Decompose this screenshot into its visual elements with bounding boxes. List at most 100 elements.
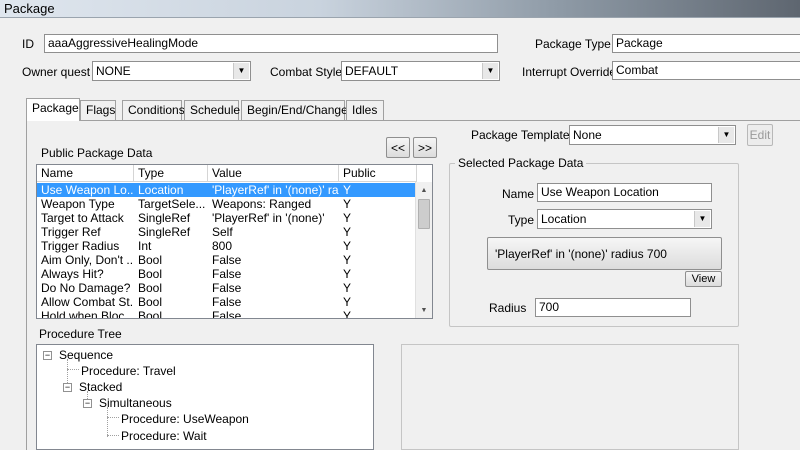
location-button[interactable]: 'PlayerRef' in '(none)' radius 700: [487, 237, 722, 270]
radius-field[interactable]: 700: [535, 298, 691, 317]
cell-type: TargetSele...: [138, 197, 206, 211]
scroll-up-icon[interactable]: ▲: [416, 182, 432, 198]
vertical-scrollbar[interactable]: ▲ ▼: [415, 182, 432, 318]
cell-value: 'PlayerRef' in '(none)' ra...: [212, 183, 339, 197]
title-bar[interactable]: Package: [0, 0, 800, 18]
cell-name: Aim Only, Don't ...: [41, 253, 134, 267]
cell-name: Target to Attack: [41, 211, 124, 225]
chevron-down-icon[interactable]: ▼: [482, 63, 498, 79]
cell-name: Trigger Ref: [41, 225, 101, 239]
cell-public: Y: [343, 239, 352, 253]
tree-node-label: Procedure: Travel: [81, 364, 176, 378]
owner-quest-value: NONE: [96, 64, 131, 78]
package-type-field[interactable]: Package: [612, 34, 800, 53]
column-header-name[interactable]: Name: [37, 165, 134, 182]
column-header-public[interactable]: Public: [339, 165, 417, 182]
table-row[interactable]: Trigger Radius Int 800 Y: [37, 239, 415, 253]
tree-node-useweapon[interactable]: Procedure: UseWeapon: [121, 412, 249, 426]
interrupt-override-label: Interrupt Override: [522, 65, 617, 79]
type-dropdown[interactable]: Location ▼: [537, 209, 712, 229]
package-template-value: None: [573, 128, 602, 142]
owner-quest-dropdown[interactable]: NONE ▼: [92, 61, 251, 81]
cell-type: Bool: [138, 295, 163, 309]
interrupt-override-field[interactable]: Combat: [612, 61, 800, 80]
cell-public: Y: [343, 309, 352, 319]
collapse-icon[interactable]: −: [63, 383, 72, 392]
table-row[interactable]: Allow Combat St... Bool False Y: [37, 295, 415, 309]
table-row[interactable]: Hold when Bloc... Bool False Y: [37, 309, 415, 319]
tree-node-label: Procedure: Wait: [121, 429, 207, 443]
tab-package[interactable]: Package: [26, 98, 80, 121]
combat-style-dropdown[interactable]: DEFAULT ▼: [341, 61, 500, 81]
table-row[interactable]: Use Weapon Lo... Location 'PlayerRef' in…: [37, 183, 415, 197]
cell-type: Bool: [138, 309, 163, 319]
public-package-data-label: Public Package Data: [41, 146, 153, 160]
cell-public: Y: [343, 267, 352, 281]
column-header-type[interactable]: Type: [134, 165, 208, 182]
cell-value: False: [212, 309, 242, 319]
next-button[interactable]: >>: [413, 137, 437, 158]
cell-type: SingleRef: [138, 225, 191, 239]
owner-quest-label: Owner quest: [22, 65, 91, 79]
package-type-label: Package Type: [535, 37, 611, 51]
window-title: Package: [4, 1, 55, 16]
tab-begin-end-change[interactable]: Begin/End/Change: [241, 100, 348, 120]
cell-public: Y: [343, 253, 352, 267]
cell-public: Y: [343, 281, 352, 295]
chevron-down-icon[interactable]: ▼: [718, 127, 734, 143]
cell-public: Y: [343, 211, 352, 225]
public-package-data-list[interactable]: Name Type Value Public Use Weapon Lo... …: [36, 164, 433, 319]
chevron-down-icon[interactable]: ▼: [694, 211, 710, 227]
cell-value: False: [212, 281, 242, 295]
tab-flags[interactable]: Flags: [80, 100, 116, 120]
collapse-icon[interactable]: −: [83, 399, 92, 408]
tree-node-travel[interactable]: Procedure: Travel: [81, 364, 176, 378]
package-template-label: Package Template: [471, 128, 570, 142]
chevron-down-icon[interactable]: ▼: [233, 63, 249, 79]
package-template-dropdown[interactable]: None ▼: [569, 125, 736, 145]
table-row[interactable]: Do No Damage? Bool False Y: [37, 281, 415, 295]
cell-type: Bool: [138, 267, 163, 281]
combat-style-label: Combat Style: [270, 65, 343, 79]
scroll-down-icon[interactable]: ▼: [416, 302, 432, 318]
radius-label: Radius: [489, 301, 527, 315]
column-header-value[interactable]: Value: [208, 165, 339, 182]
prev-button[interactable]: <<: [386, 137, 410, 158]
tree-connector: [107, 407, 108, 437]
name-field[interactable]: Use Weapon Location: [537, 183, 712, 202]
table-row[interactable]: Trigger Ref SingleRef Self Y: [37, 225, 415, 239]
cell-type: Bool: [138, 281, 163, 295]
cell-value: Weapons: Ranged: [212, 197, 312, 211]
table-row[interactable]: Aim Only, Don't ... Bool False Y: [37, 253, 415, 267]
tab-schedule[interactable]: Schedule: [184, 100, 240, 120]
list-header: Name Type Value Public: [37, 165, 417, 182]
tab-conditions[interactable]: Conditions: [122, 100, 185, 120]
cell-type: Bool: [138, 253, 163, 267]
cell-name: Hold when Bloc...: [41, 309, 134, 319]
procedure-tree-label: Procedure Tree: [39, 327, 122, 341]
cell-name: Allow Combat St...: [41, 295, 134, 309]
cell-name: Do No Damage?: [41, 281, 131, 295]
cell-public: Y: [343, 197, 352, 211]
view-button[interactable]: View: [685, 271, 722, 287]
scroll-thumb[interactable]: [418, 199, 430, 229]
tree-connector: [67, 369, 79, 370]
tree-node-wait[interactable]: Procedure: Wait: [121, 429, 207, 443]
cell-name: Weapon Type: [41, 197, 115, 211]
cell-type: SingleRef: [138, 211, 191, 225]
collapse-icon[interactable]: −: [43, 351, 52, 360]
tree-node-label: Sequence: [59, 348, 114, 362]
table-row[interactable]: Always Hit? Bool False Y: [37, 267, 415, 281]
cell-value: False: [212, 253, 242, 267]
table-row[interactable]: Target to Attack SingleRef 'PlayerRef' i…: [37, 211, 415, 225]
tree-connector: [107, 417, 119, 418]
table-row[interactable]: Weapon Type TargetSele... Weapons: Range…: [37, 197, 415, 211]
edit-button[interactable]: Edit: [747, 124, 773, 146]
name-label: Name: [502, 187, 535, 201]
id-field[interactable]: aaaAggressiveHealingMode: [44, 34, 498, 53]
type-value: Location: [541, 212, 587, 226]
procedure-tree[interactable]: − Sequence Procedure: Travel − Stacked −…: [36, 344, 374, 450]
cell-name: Always Hit?: [41, 267, 104, 281]
tab-idles[interactable]: Idles: [346, 100, 384, 120]
cell-value: 800: [212, 239, 233, 253]
